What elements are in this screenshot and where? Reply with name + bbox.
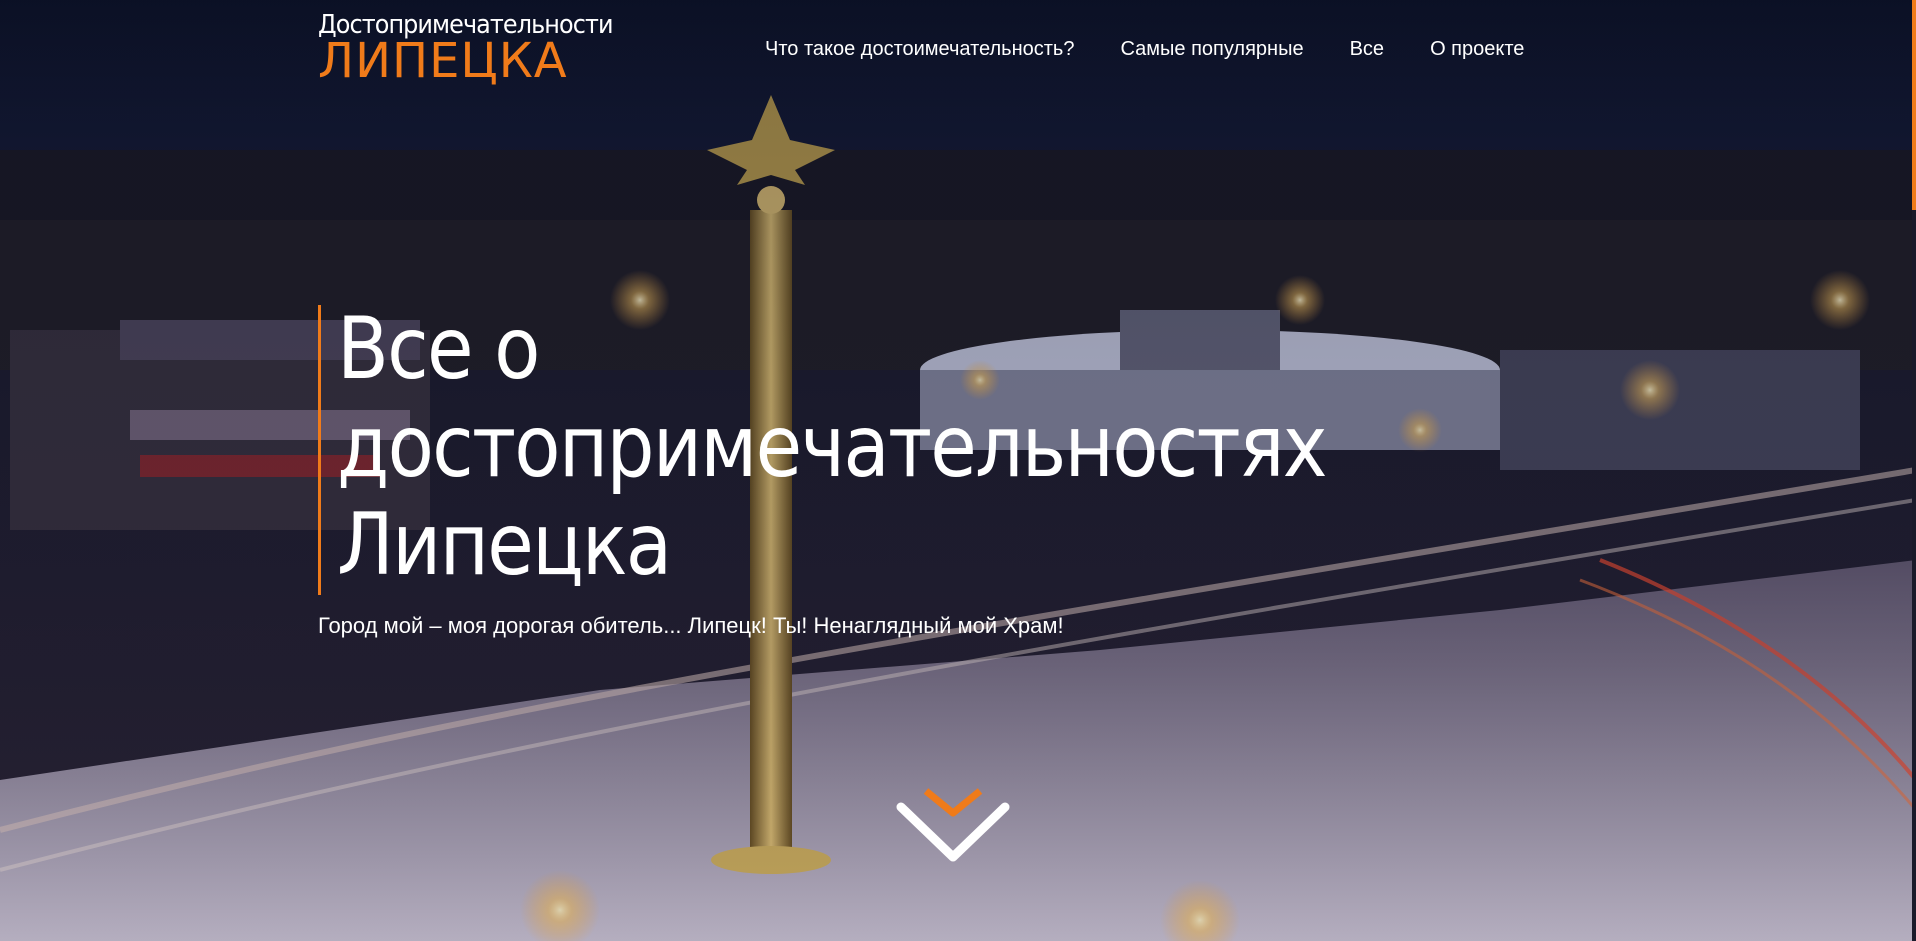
hero-title: Все о достопримечательностях Липецка xyxy=(337,299,1328,595)
page: Достопримечательности ЛИПЕЦКА Что такое … xyxy=(0,0,1916,941)
hero-title-line-3: Липецка xyxy=(337,495,672,595)
nav-item-most-popular[interactable]: Самые популярные xyxy=(1120,38,1303,61)
logo-top-text: Достопримечательности xyxy=(318,10,614,40)
site-logo[interactable]: Достопримечательности ЛИПЕЦКА xyxy=(318,10,638,89)
logo-bottom-text: ЛИПЕЦКА xyxy=(318,33,568,89)
page-scrollbar[interactable] xyxy=(1912,0,1916,941)
main-nav: Что такое достоимечательность? Самые поп… xyxy=(765,38,1524,61)
hero-title-line-2: достопримечательностях xyxy=(337,397,1328,497)
chevron-down-icon[interactable] xyxy=(896,785,1010,865)
hero-subtitle: Город мой – моя дорогая обитель... Липец… xyxy=(318,613,1064,638)
scrollbar-thumb[interactable] xyxy=(1912,0,1916,210)
nav-item-all[interactable]: Все xyxy=(1350,38,1384,61)
hero-accent-bar xyxy=(318,305,321,595)
hero-title-line-1: Все о xyxy=(337,299,540,399)
nav-item-what-is-landmark[interactable]: Что такое достоимечательность? xyxy=(765,38,1074,61)
nav-item-about[interactable]: О проекте xyxy=(1430,38,1524,61)
